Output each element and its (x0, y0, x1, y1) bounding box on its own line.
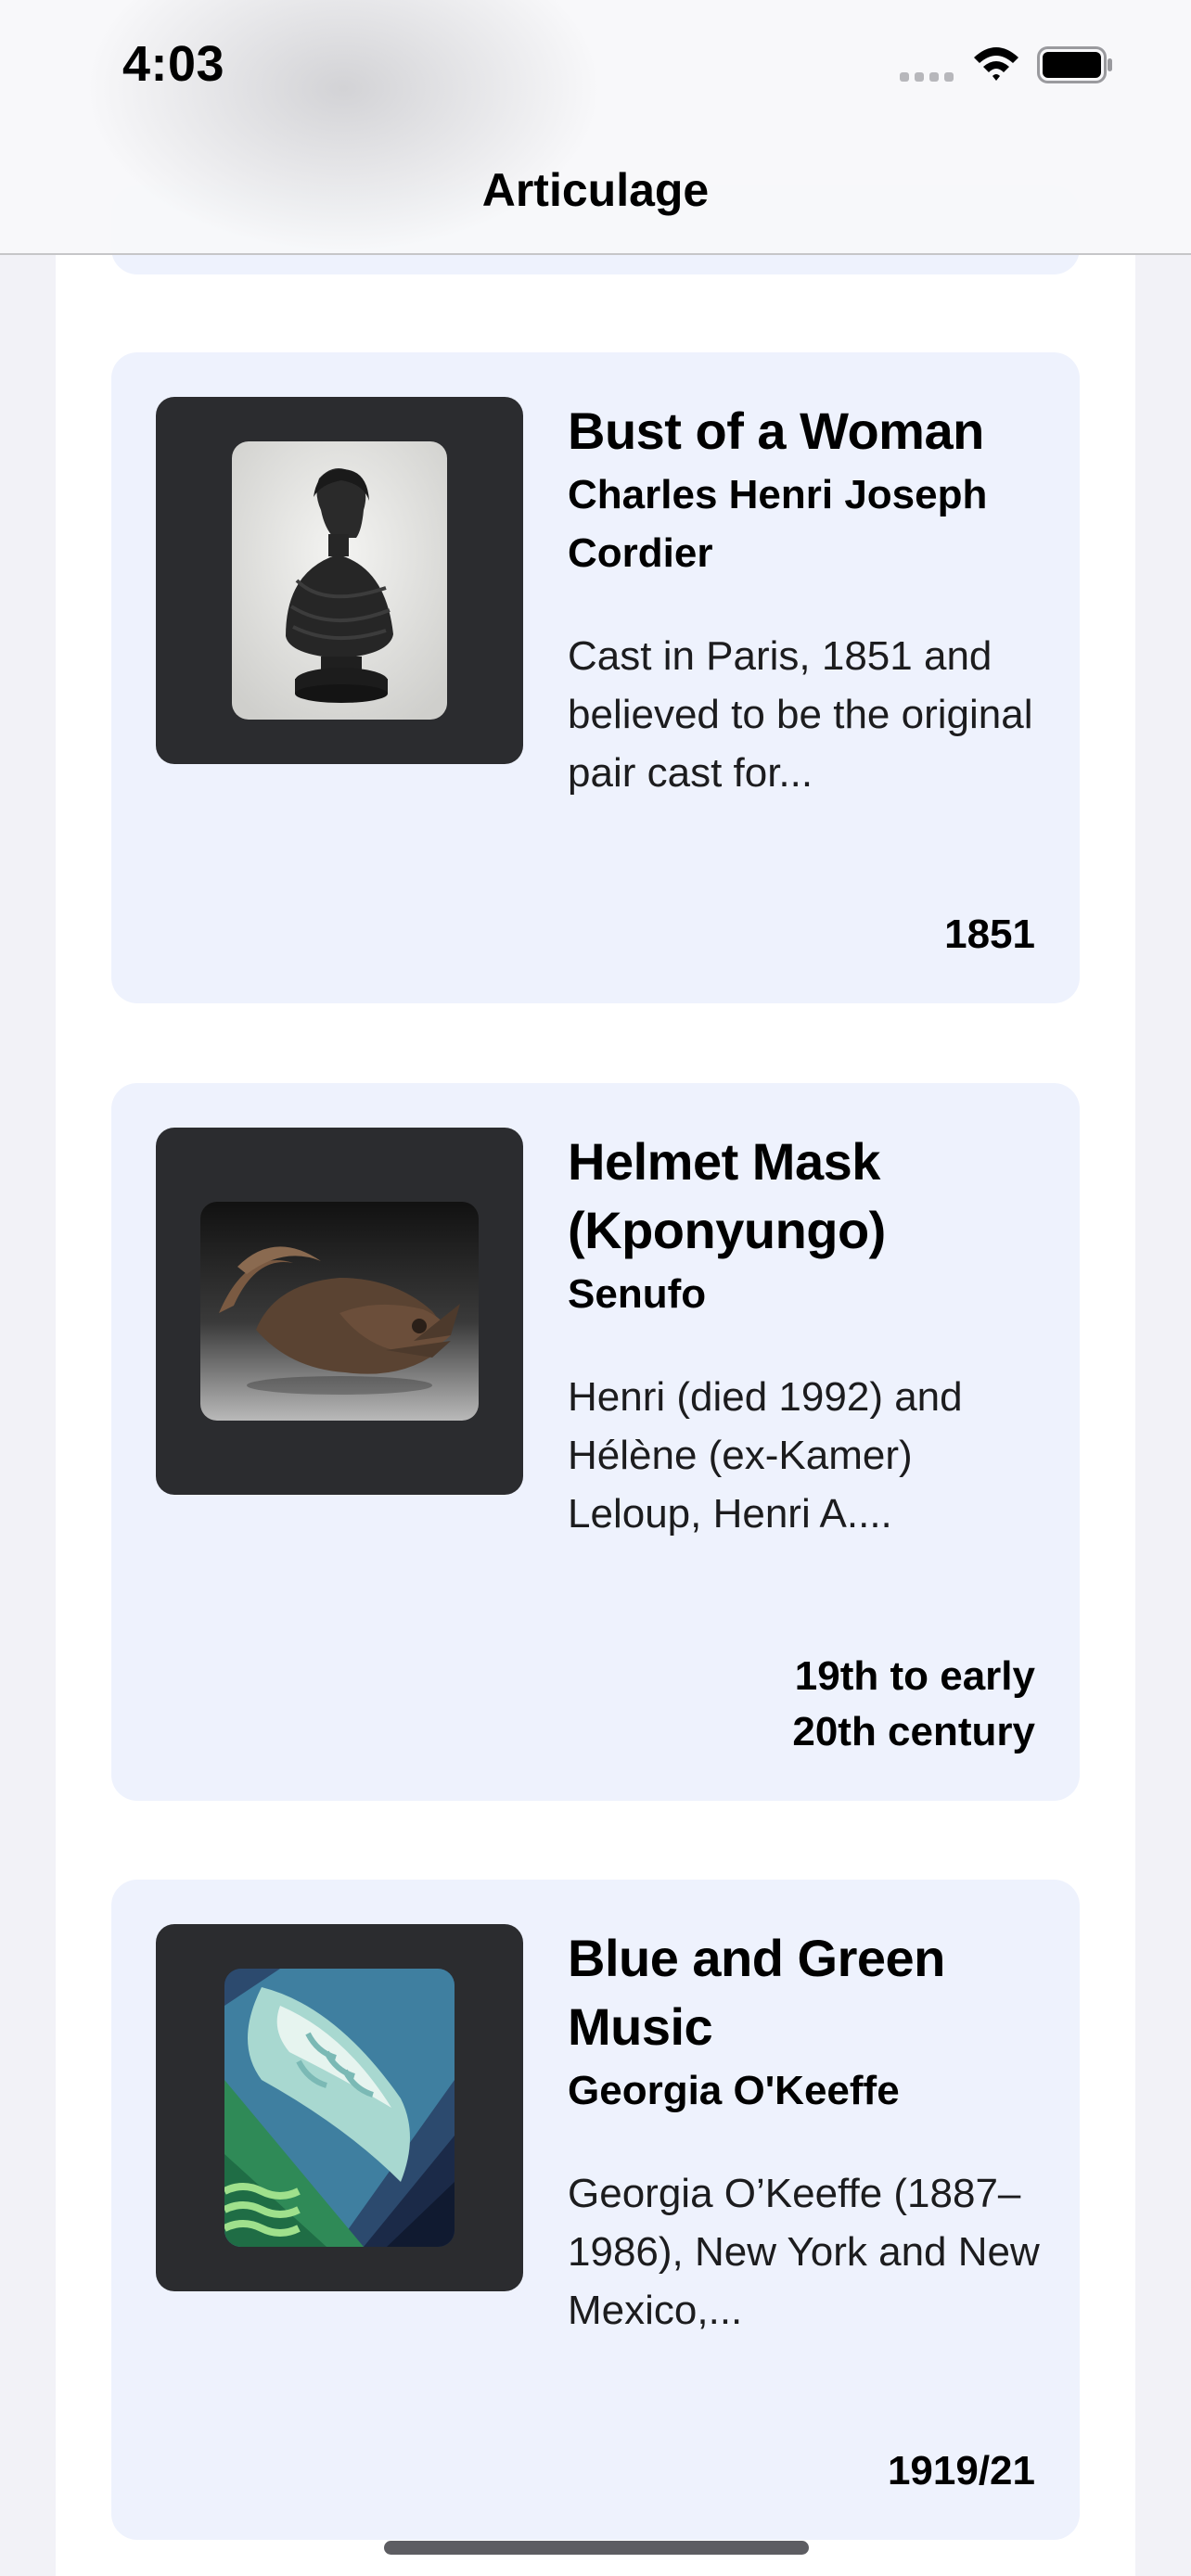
artwork-date: 1919/21 (887, 2448, 1035, 2493)
artwork-info: Bust of a Woman Charles Henri Joseph Cor… (568, 397, 1050, 802)
artwork-date: 19th to early 20th century (792, 1653, 1035, 1754)
artwork-info: Blue and Green Music Georgia O'Keeffe Ge… (568, 1924, 1050, 2340)
battery-icon (1037, 46, 1115, 88)
navigation-bar: 4:03 Articulage (0, 0, 1191, 255)
artwork-card[interactable]: Bust of a Woman Charles Henri Joseph Cor… (111, 352, 1080, 1003)
artwork-thumbnail (156, 397, 523, 764)
artwork-artist: Charles Henri Joseph Cordier (568, 472, 988, 576)
bust-of-a-woman-image (232, 441, 447, 720)
artwork-list[interactable]: Bust of a Woman Charles Henri Joseph Cor… (56, 0, 1135, 2576)
cellular-signal-icon (900, 72, 954, 82)
artwork-title: Helmet Mask (Kponyungo) (568, 1132, 886, 1259)
blue-and-green-music-image (224, 1969, 455, 2247)
artwork-title: Blue and Green Music (568, 1929, 945, 2056)
helmet-mask-image (200, 1202, 479, 1421)
artwork-description: Henri (died 1992) and Hélène (ex-Kamer) … (568, 1374, 963, 1537)
status-time: 4:03 (122, 36, 225, 92)
artwork-thumbnail (156, 1128, 523, 1495)
artwork-info: Helmet Mask (Kponyungo) Senufo Henri (di… (568, 1128, 1050, 1543)
artwork-description: Cast in Paris, 1851 and believed to be t… (568, 633, 1033, 796)
app-screen: Bust of a Woman Charles Henri Joseph Cor… (0, 0, 1191, 2576)
artwork-date: 1851 (944, 912, 1035, 957)
artwork-thumbnail (156, 1924, 523, 2291)
page-title: Articulage (481, 164, 710, 216)
artwork-artist: Georgia O'Keeffe (568, 2068, 900, 2113)
artwork-description: Georgia O’Keeffe (1887–1986), New York a… (568, 2171, 1040, 2333)
home-indicator[interactable] (384, 2541, 809, 2555)
artwork-artist: Senufo (568, 1271, 707, 1317)
wifi-icon (972, 45, 1020, 86)
artwork-card[interactable]: Blue and Green Music Georgia O'Keeffe Ge… (111, 1880, 1080, 2540)
artwork-title: Bust of a Woman (568, 402, 984, 460)
artwork-card[interactable]: Helmet Mask (Kponyungo) Senufo Henri (di… (111, 1083, 1080, 1801)
